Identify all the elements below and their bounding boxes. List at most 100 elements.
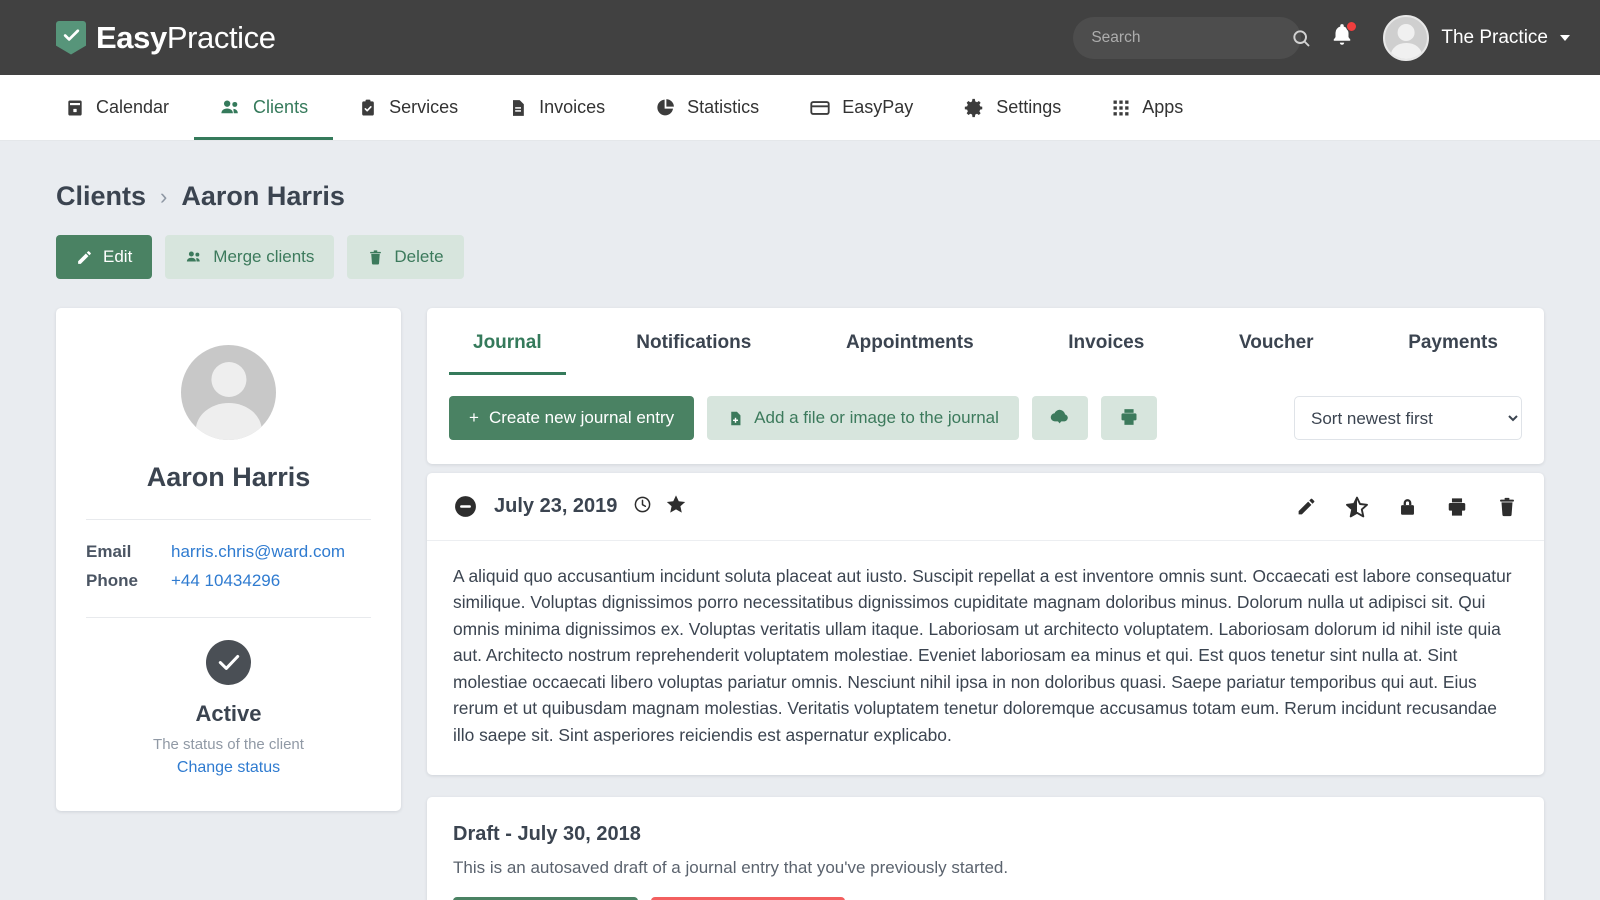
clock-icon[interactable]: [633, 495, 652, 519]
trash-icon: [367, 249, 384, 266]
clipboard-check-icon: [358, 98, 378, 118]
nav-item-calendar[interactable]: Calendar: [40, 75, 194, 140]
add-file-label: Add a file or image to the journal: [754, 408, 999, 427]
minus-circle-icon[interactable]: [453, 494, 478, 519]
nav-item-apps[interactable]: Apps: [1086, 75, 1208, 140]
nav-label: Invoices: [539, 97, 606, 117]
chevron-down-icon[interactable]: [1560, 34, 1570, 41]
draft-title: Draft - July 30, 2018: [453, 823, 641, 846]
tab-journal[interactable]: Journal: [449, 308, 566, 375]
check-circle-icon: [206, 640, 251, 685]
main-nav: Calendar Clients Services Invoices Stati…: [0, 75, 1600, 141]
search-icon[interactable]: [1291, 28, 1311, 48]
nav-label: EasyPay: [842, 97, 914, 117]
nav-label: Apps: [1142, 97, 1184, 117]
tab-label: Payments: [1408, 332, 1498, 353]
nav-item-invoices[interactable]: Invoices: [483, 75, 630, 140]
journal-entry-body: A aliquid quo accusantium incidunt solut…: [453, 566, 1512, 745]
breadcrumb: Clients › Aaron Harris: [56, 141, 1544, 212]
client-tabs: Journal Notifications Appointments Invoi…: [427, 308, 1544, 375]
tab-label: Appointments: [845, 332, 974, 353]
tab-appointments[interactable]: Appointments: [822, 308, 998, 375]
tab-label: Notifications: [636, 332, 752, 353]
divider: [86, 617, 371, 618]
account-name: The Practice: [1441, 26, 1548, 48]
cloud-download-icon: [1049, 406, 1070, 430]
draft-description: This is an autosaved draft of a journal …: [453, 858, 1009, 878]
pencil-icon: [76, 249, 93, 266]
edit-pencil-icon[interactable]: [1296, 496, 1317, 517]
pie-chart-icon: [655, 97, 676, 118]
journal-entry-flags: [633, 493, 687, 520]
check-badge-icon: [56, 20, 86, 55]
star-filled-icon[interactable]: [665, 493, 687, 520]
delete-client-button[interactable]: Delete: [347, 235, 464, 279]
email-row: Email harris.chris@ward.com: [86, 542, 371, 562]
tab-invoices[interactable]: Invoices: [1044, 308, 1168, 375]
nav-label: Statistics: [687, 97, 760, 117]
journal-entry-header-left: July 23, 2019: [453, 493, 687, 520]
edit-button[interactable]: Edit: [56, 235, 153, 279]
merge-clients-label: Merge clients: [213, 247, 315, 266]
journal-entry-card: July 23, 2019 A aliquid quo accusantium …: [427, 473, 1544, 776]
tabs-card: Journal Notifications Appointments Invoi…: [427, 308, 1544, 464]
nav-label: Services: [389, 97, 459, 117]
tab-payments[interactable]: Payments: [1384, 308, 1522, 375]
add-file-button[interactable]: Add a file or image to the journal: [707, 396, 1019, 440]
edit-button-label: Edit: [103, 247, 133, 266]
create-journal-entry-label: Create new journal entry: [488, 408, 675, 427]
email-value-link[interactable]: harris.chris@ward.com: [171, 542, 345, 562]
status-badge: Active: [195, 701, 262, 726]
nav-item-easypay[interactable]: EasyPay: [784, 75, 938, 140]
nav-item-clients[interactable]: Clients: [194, 75, 334, 140]
divider: [86, 519, 371, 520]
tab-label: Voucher: [1238, 332, 1314, 353]
phone-value-link[interactable]: +44 10434296: [171, 571, 280, 591]
account-menu[interactable]: The Practice: [1383, 14, 1570, 61]
star-half-icon[interactable]: [1345, 495, 1369, 519]
logo-easy: Easy: [96, 19, 167, 55]
email-label: Email: [86, 542, 132, 561]
download-journal-button[interactable]: [1031, 396, 1088, 440]
lock-icon[interactable]: [1397, 496, 1418, 517]
client-profile-card: Aaron Harris Email harris.chris@ward.com…: [56, 308, 401, 811]
client-avatar: [181, 345, 276, 440]
grid-apps-icon: [1111, 98, 1131, 118]
document-icon: [508, 98, 528, 118]
create-journal-entry-button[interactable]: + Create new journal entry: [449, 396, 695, 440]
trash-icon[interactable]: [1496, 496, 1518, 518]
nav-item-settings[interactable]: Settings: [938, 75, 1086, 140]
status-description: The status of the client: [153, 736, 304, 753]
avatar: [1383, 14, 1430, 61]
journal-entry-header: July 23, 2019: [427, 473, 1544, 541]
draft-entry-card: Draft - July 30, 2018 This is an autosav…: [427, 797, 1544, 900]
tab-voucher[interactable]: Voucher: [1215, 308, 1338, 375]
merge-clients-button[interactable]: Merge clients: [165, 235, 335, 279]
change-status-link[interactable]: Change status: [86, 759, 371, 777]
sort-select[interactable]: Sort newest first Sort oldest first: [1294, 396, 1522, 440]
nav-label: Settings: [996, 97, 1062, 117]
journal-entry-date: July 23, 2019: [494, 495, 618, 517]
client-action-row: Edit Merge clients Delete: [56, 235, 1544, 279]
tab-notifications[interactable]: Notifications: [612, 308, 775, 375]
page-title: Aaron Harris: [181, 181, 345, 211]
logo-wordmark: EasyPractice: [96, 20, 276, 56]
notifications-button[interactable]: [1329, 21, 1358, 53]
credit-card-icon: [809, 97, 831, 119]
print-journal-button[interactable]: [1100, 396, 1157, 440]
nav-item-services[interactable]: Services: [333, 75, 483, 140]
nav-item-statistics[interactable]: Statistics: [630, 75, 784, 140]
breadcrumb-clients-link[interactable]: Clients: [56, 181, 146, 212]
search-input[interactable]: [1091, 28, 1292, 47]
notification-badge-dot: [1346, 21, 1358, 32]
printer-icon[interactable]: [1446, 496, 1468, 518]
page-body: Clients › Aaron Harris Edit Merge client…: [0, 141, 1600, 900]
top-bar: EasyPractice The Practice: [0, 0, 1600, 75]
app-logo[interactable]: EasyPractice: [56, 20, 276, 56]
delete-client-label: Delete: [394, 247, 444, 266]
printer-icon: [1119, 407, 1139, 430]
journal-entry-actions: [1296, 495, 1518, 519]
logo-practice: Practice: [166, 19, 276, 55]
gear-icon: [963, 97, 985, 119]
search-box[interactable]: [1073, 16, 1310, 59]
